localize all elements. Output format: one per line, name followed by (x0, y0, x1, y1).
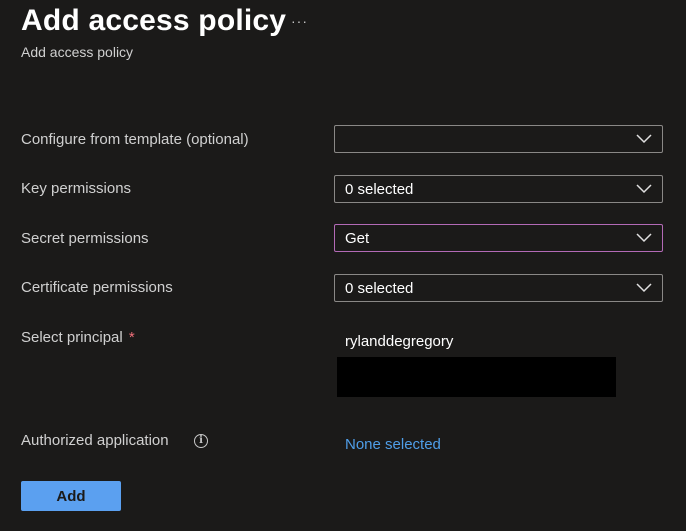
page-title: Add access policy (21, 4, 287, 37)
certificate-permissions-value: 0 selected (345, 280, 414, 297)
more-icon[interactable]: ··· (291, 13, 308, 29)
redacted-principal-details (337, 357, 616, 397)
required-indicator: * (128, 329, 135, 346)
chevron-down-icon (636, 283, 652, 293)
secret-permissions-label: Secret permissions (21, 230, 149, 247)
authorized-application-link[interactable]: None selected (345, 436, 441, 453)
chevron-down-icon (636, 184, 652, 194)
chevron-down-icon (636, 233, 652, 243)
certificate-permissions-dropdown[interactable]: 0 selected (334, 274, 663, 302)
principal-name: rylanddegregory (345, 333, 454, 350)
certificate-permissions-label: Certificate permissions (21, 279, 173, 296)
principal-label: Select principal * (21, 329, 135, 346)
chevron-down-icon (636, 134, 652, 144)
principal-label-text: Select principal (21, 329, 123, 346)
secret-permissions-dropdown[interactable]: Get (334, 224, 663, 252)
authorized-application-label: Authorized application (21, 432, 169, 449)
template-label: Configure from template (optional) (21, 131, 249, 148)
secret-permissions-value: Get (345, 230, 370, 247)
info-icon[interactable]: i (194, 434, 208, 448)
template-dropdown[interactable] (334, 125, 663, 153)
key-permissions-label: Key permissions (21, 180, 132, 197)
add-button[interactable]: Add (21, 481, 121, 511)
key-permissions-value: 0 selected (345, 181, 414, 198)
page-subtitle: Add access policy (21, 44, 134, 60)
key-permissions-dropdown[interactable]: 0 selected (334, 175, 663, 203)
